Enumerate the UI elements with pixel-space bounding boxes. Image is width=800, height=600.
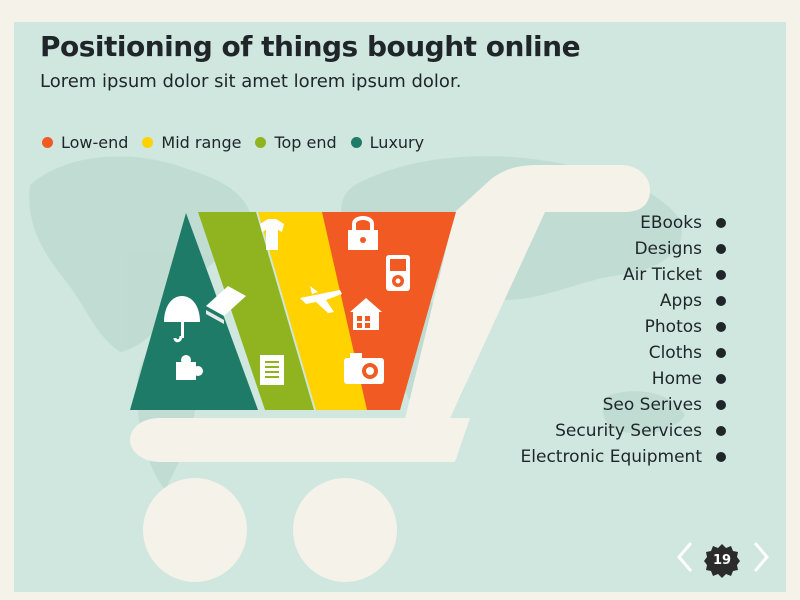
list-item: Cloths [424,340,726,366]
bullet-icon [716,322,726,332]
bullet-icon [716,374,726,384]
bullet-icon [716,218,726,228]
chevron-left-icon[interactable] [676,540,694,574]
list-item-label: Apps [659,291,702,311]
list-item: Seo Serives [424,392,726,418]
items-list: EBooks Designs Air Ticket Apps Photos Cl… [424,210,726,470]
cart-wheel-left [143,478,247,582]
bullet-icon [716,296,726,306]
list-item-label: Photos [644,317,702,337]
list-item: Photos [424,314,726,340]
list-item: Security Services [424,418,726,444]
cart-base [130,418,470,462]
document-icon [260,355,284,385]
bullet-icon [716,452,726,462]
list-item-label: Home [651,369,702,389]
bullet-icon [716,400,726,410]
list-item: Air Ticket [424,262,726,288]
list-item-label: Designs [634,239,702,259]
list-item: Home [424,366,726,392]
bullet-icon [716,426,726,436]
bullet-icon [716,348,726,358]
list-item-label: Seo Serives [602,395,702,415]
list-item-label: Air Ticket [622,265,702,285]
list-item-label: Cloths [648,343,702,363]
list-item: EBooks [424,210,726,236]
slide: Positioning of things bought online Lore… [0,0,800,600]
list-item: Electronic Equipment [424,444,726,470]
chevron-right-icon[interactable] [752,540,770,574]
mp3-player-icon [386,255,410,291]
list-item: Apps [424,288,726,314]
cart-wheel-right [293,478,397,582]
list-item: Designs [424,236,726,262]
bullet-icon [716,244,726,254]
list-item-label: Security Services [555,421,702,441]
page-number-badge: 19 [704,543,740,579]
list-item-label: EBooks [640,213,702,233]
page-number: 19 [712,553,732,568]
list-item-label: Electronic Equipment [520,447,702,467]
bullet-icon [716,270,726,280]
